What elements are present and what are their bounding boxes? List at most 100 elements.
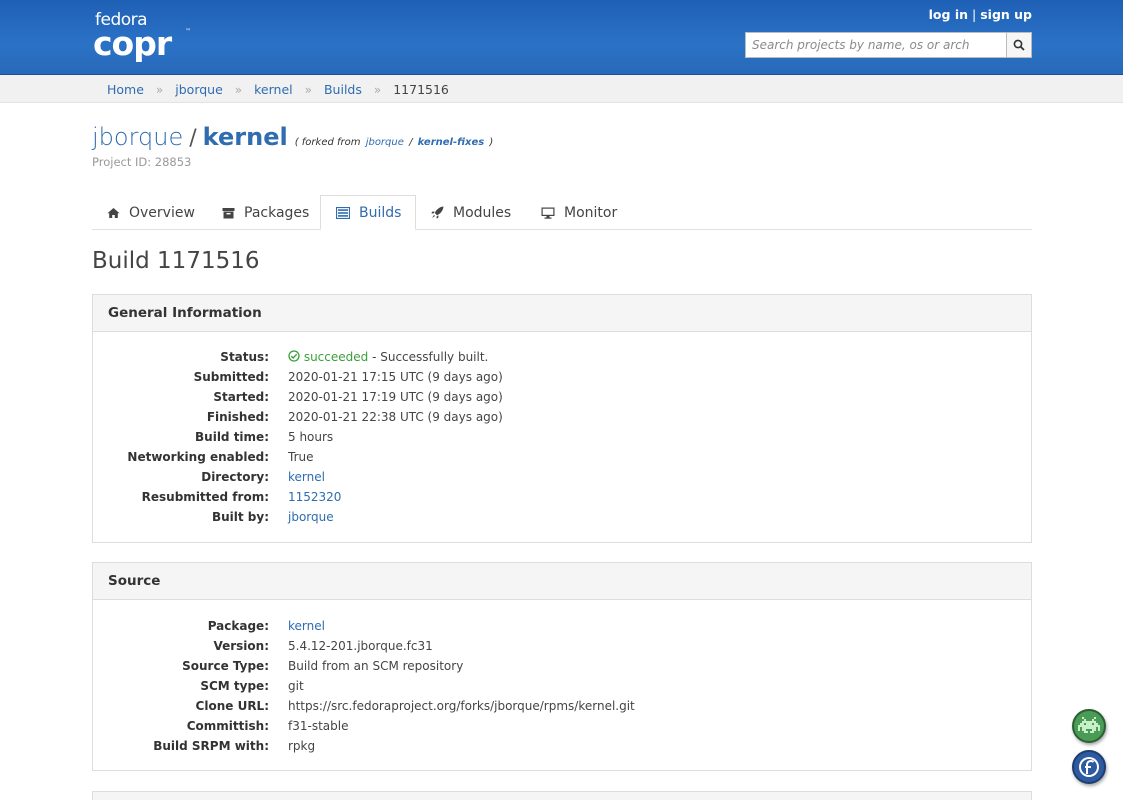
project-id: Project ID: 28853: [92, 155, 192, 169]
project-owner-link[interactable]: jborque: [92, 123, 183, 151]
source-row: Build SRPM with: rpkg: [93, 736, 1031, 756]
breadcrumb-home[interactable]: Home: [107, 82, 144, 97]
directory-link[interactable]: kernel: [288, 470, 325, 484]
tab-builds[interactable]: Builds: [320, 195, 416, 230]
breadcrumb: Home » jborque » kernel » Builds » 11715…: [0, 75, 1123, 103]
source-label: Clone URL:: [195, 699, 269, 713]
project-slash: /: [189, 126, 197, 151]
source-row: Source Type: Build from an SCM repository: [93, 656, 1031, 676]
source-row: Committish: f31-stable: [93, 716, 1031, 736]
info-row: Finished: 2020-01-21 22:38 UTC (9 days ag…: [93, 407, 1031, 427]
source-label: SCM type:: [200, 679, 269, 693]
search-icon: [1013, 39, 1025, 51]
source-heading: Source: [93, 563, 1031, 600]
status-badge: succeeded: [288, 350, 372, 364]
tab-packages-label: Packages: [244, 204, 310, 221]
source-row: SCM type: git: [93, 676, 1031, 696]
fork-owner-link[interactable]: jborque: [366, 137, 404, 148]
project-title: jborque / kernel ( forked from jborque /…: [92, 123, 493, 151]
package-link[interactable]: kernel: [288, 619, 325, 633]
general-info-panel: General Information Status: succeeded - …: [92, 294, 1032, 543]
breadcrumb-separator: »: [373, 82, 382, 97]
fedora-button[interactable]: [1072, 750, 1106, 784]
source-value: f31-stable: [288, 719, 349, 733]
source-label: Committish:: [186, 719, 269, 733]
directory-label: Directory:: [201, 470, 269, 484]
breadcrumb-owner[interactable]: jborque: [175, 82, 223, 97]
auth-separator: |: [972, 7, 977, 22]
resubmitted-row: Resubmitted from: 1152320: [93, 487, 1031, 507]
search-input[interactable]: [745, 32, 1006, 58]
tab-modules[interactable]: Modules: [416, 195, 526, 230]
breadcrumb-separator: »: [155, 82, 164, 97]
breadcrumb-project[interactable]: kernel: [254, 82, 293, 97]
search-button[interactable]: [1006, 32, 1032, 58]
logo-tm: ™: [185, 28, 191, 35]
info-value: 5 hours: [288, 430, 334, 444]
info-row: Submitted: 2020-01-21 17:15 UTC (9 days a…: [93, 367, 1031, 387]
login-link[interactable]: log in: [929, 7, 968, 22]
source-value: https://src.fedoraproject.org/forks/jbor…: [288, 699, 635, 713]
fedora-icon: [1079, 757, 1099, 777]
info-label: Finished:: [206, 410, 269, 424]
project-tabs: Overview Packages Builds Modules Monitor: [92, 195, 1032, 230]
info-row: Started: 2020-01-21 17:19 UTC (9 days ago…: [93, 387, 1031, 407]
built-by-label: Built by:: [211, 510, 269, 524]
info-value: True: [288, 450, 314, 464]
copr-logo[interactable]: fedora copr ™: [93, 10, 193, 68]
info-label: Networking enabled:: [127, 450, 269, 464]
fork-info: ( forked from jborque / kernel-fixes ): [295, 137, 494, 148]
source-row: Clone URL: https://src.fedoraproject.org/…: [93, 696, 1031, 716]
info-label: Submitted:: [193, 370, 269, 384]
info-value: 2020-01-21 22:38 UTC (9 days ago): [288, 410, 503, 424]
page-title: Build 1171516: [92, 248, 260, 274]
fork-slash: /: [409, 137, 413, 148]
status-description: - Successfully built.: [372, 350, 489, 364]
tab-overview-label: Overview: [129, 204, 195, 221]
breadcrumb-builds[interactable]: Builds: [324, 82, 362, 97]
source-label: Version:: [213, 639, 269, 653]
source-value: 5.4.12-201.jborque.fc31: [288, 639, 433, 653]
home-icon: [107, 207, 120, 219]
check-circle-icon: [288, 350, 300, 362]
fork-prefix: ( forked from: [294, 137, 361, 148]
source-value: Build from an SCM repository: [288, 659, 464, 673]
source-value: git: [288, 679, 304, 693]
tab-monitor[interactable]: Monitor: [526, 195, 632, 230]
tasks-icon: [336, 206, 350, 219]
built-by-link[interactable]: jborque: [288, 510, 334, 524]
tab-packages[interactable]: Packages: [207, 195, 324, 230]
info-row: Networking enabled: True: [93, 447, 1031, 467]
breadcrumb-current: 1171516: [393, 82, 449, 97]
desktop-icon: [541, 207, 555, 219]
info-label: Started:: [213, 390, 269, 404]
rocket-icon: [431, 206, 444, 219]
search-form: [745, 32, 1032, 58]
status-value: succeeded - Successfully built.: [288, 350, 488, 364]
fork-suffix: ): [489, 137, 494, 148]
general-info-heading: General Information: [93, 295, 1031, 332]
info-value: 2020-01-21 17:19 UTC (9 days ago): [288, 390, 503, 404]
package-label: Package:: [207, 619, 269, 633]
tab-monitor-label: Monitor: [564, 204, 618, 221]
breadcrumb-separator: »: [304, 82, 312, 97]
tab-overview[interactable]: Overview: [92, 195, 210, 230]
directory-row: Directory: kernel: [93, 467, 1031, 487]
tab-builds-label: Builds: [359, 204, 402, 221]
source-row: Version: 5.4.12-201.jborque.fc31: [93, 636, 1031, 656]
signup-link[interactable]: sign up: [980, 7, 1032, 22]
source-value: rpkg: [288, 739, 316, 753]
source-label: Source Type:: [182, 659, 269, 673]
status-label: Status:: [220, 350, 269, 364]
source-panel: Source Package: kernel Version: 5.4.12-201…: [92, 562, 1032, 771]
breadcrumb-separator: »: [234, 82, 243, 97]
tab-modules-label: Modules: [453, 204, 512, 221]
fork-project-link[interactable]: kernel-fixes: [418, 137, 485, 148]
resubmitted-link[interactable]: 1152320: [288, 490, 341, 504]
space-invader-icon: [1078, 717, 1100, 733]
project-name-link[interactable]: kernel: [203, 123, 288, 151]
info-row: Build time: 5 hours: [93, 427, 1031, 447]
status-text: succeeded: [303, 350, 369, 364]
feedback-button[interactable]: [1072, 709, 1106, 743]
next-panel: [92, 791, 1032, 800]
